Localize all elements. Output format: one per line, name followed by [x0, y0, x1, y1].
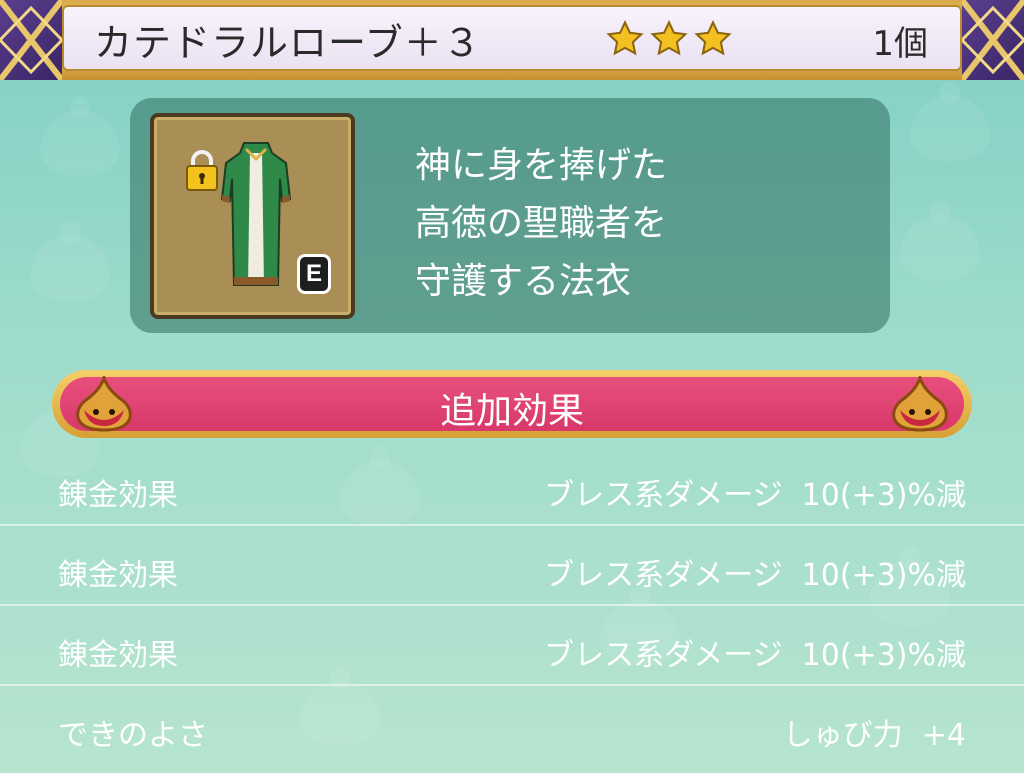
- green-robe-icon: [220, 142, 292, 286]
- header-corner-ornament: [0, 0, 62, 80]
- background-slime: [30, 221, 110, 301]
- effect-row: 錬金効果 ブレス系ダメージ 10(+3)%減: [0, 446, 1024, 526]
- item-name: カテドラルローブ＋３: [94, 21, 482, 65]
- star-icon: [694, 20, 732, 56]
- effects-title: 追加効果: [439, 391, 584, 432]
- effect-row: できのよさ しゅび力 +4: [0, 686, 1024, 766]
- effect-label: できのよさ: [58, 718, 208, 753]
- rarity-stars: [606, 20, 732, 58]
- effects-banner: 追加効果: [52, 370, 972, 438]
- background-slime: [910, 81, 990, 161]
- effect-value: ブレス系ダメージ 10(+3)%減: [544, 478, 966, 513]
- effect-value: しゅび力 +4: [782, 718, 966, 753]
- effect-value: ブレス系ダメージ 10(+3)%減: [544, 638, 966, 673]
- effect-value: ブレス系ダメージ 10(+3)%減: [544, 558, 966, 593]
- background-slime: [900, 201, 980, 281]
- slime-icon: [892, 376, 948, 432]
- effects-list: 錬金効果 ブレス系ダメージ 10(+3)%減 錬金効果 ブレス系ダメージ 10(…: [0, 446, 1024, 766]
- item-icon-frame[interactable]: E: [150, 113, 355, 319]
- effect-label: 錬金効果: [58, 558, 178, 593]
- effect-row: 錬金効果 ブレス系ダメージ 10(+3)%減: [0, 526, 1024, 606]
- star-icon: [650, 20, 688, 56]
- star-icon: [606, 20, 644, 56]
- item-quantity: 1個: [872, 24, 928, 64]
- equipped-badge: E: [297, 254, 331, 294]
- item-description: 神に身を捧げた 高徳の聖職者を 守護する法衣: [415, 145, 668, 302]
- effect-label: 錬金効果: [58, 638, 178, 673]
- lock-icon: [186, 150, 218, 191]
- effect-label: 錬金効果: [58, 478, 178, 513]
- header-corner-ornament: [962, 0, 1024, 80]
- item-header: カテドラルローブ＋３ 1個: [0, 0, 1024, 80]
- background-slime: [40, 96, 120, 176]
- effect-row: 錬金効果 ブレス系ダメージ 10(+3)%減: [0, 606, 1024, 686]
